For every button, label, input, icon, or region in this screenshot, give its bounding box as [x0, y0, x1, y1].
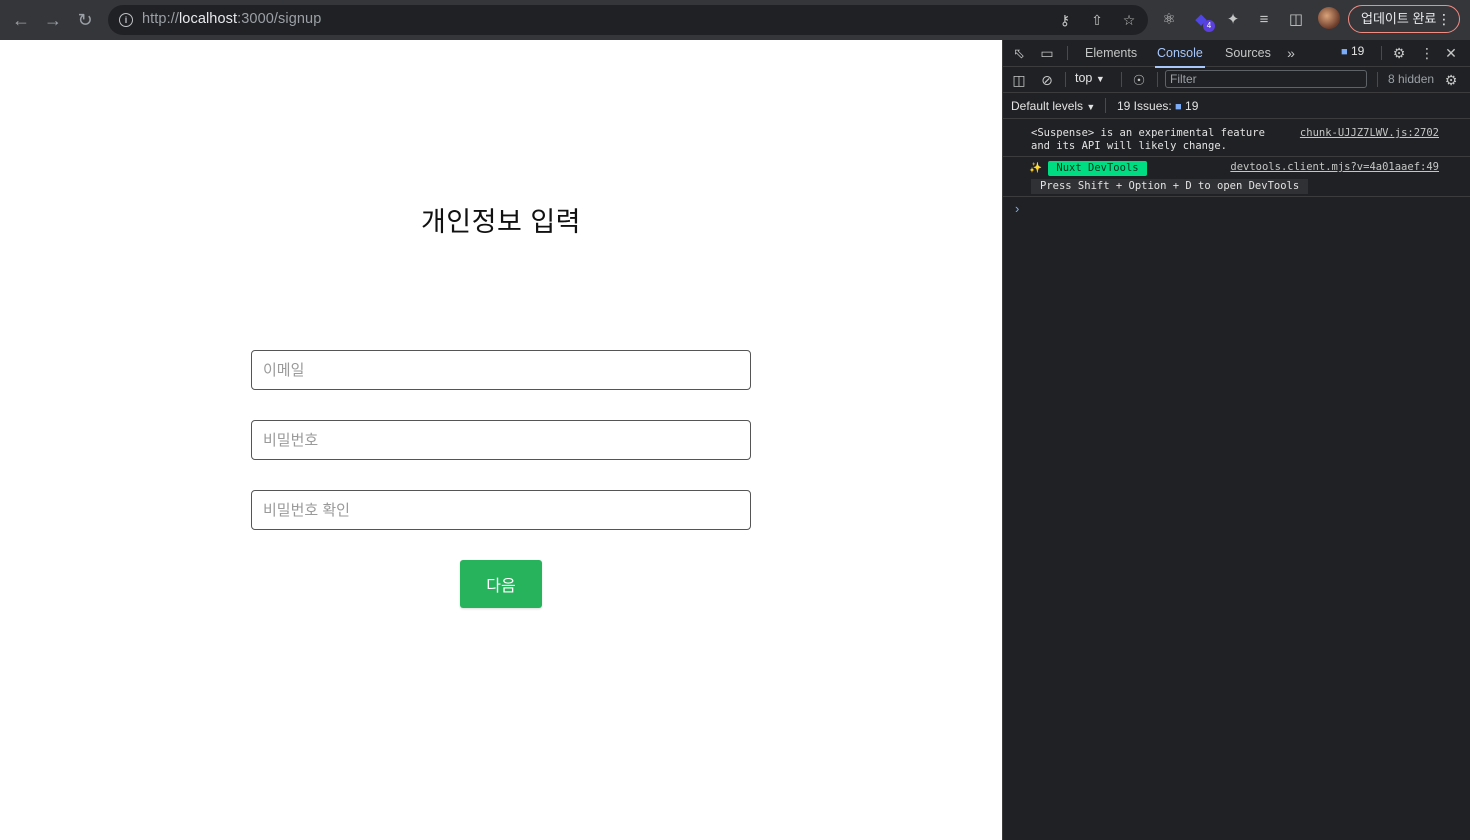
- divider: [1065, 72, 1066, 87]
- console-source-link[interactable]: devtools.client.mjs?v=4a01aaef:49: [1230, 161, 1439, 174]
- device-toolbar-icon[interactable]: ▭: [1037, 43, 1057, 63]
- context-select-value: top: [1075, 71, 1093, 85]
- issues-badge[interactable]: ■ 19: [1341, 44, 1364, 58]
- console-message-text: Press Shift + Option + D to open DevTool…: [1031, 179, 1309, 194]
- next-button[interactable]: 다음: [460, 560, 542, 608]
- share-icon[interactable]: ⇧: [1088, 11, 1106, 29]
- devtools-panel: ⬁ ▭ Elements Console Sources » ■ 19 ⚙ ⋮ …: [1002, 40, 1470, 840]
- divider: [1157, 72, 1158, 87]
- settings-gear-icon[interactable]: ⚙: [1389, 43, 1409, 63]
- extension-badge: 4: [1203, 20, 1215, 32]
- dropdown-caret-icon: ▼: [1086, 102, 1096, 112]
- divider: [1121, 72, 1122, 87]
- clear-console-icon[interactable]: ⊘: [1037, 70, 1057, 90]
- live-expression-eye-icon[interactable]: ☉: [1129, 70, 1149, 90]
- console-filter-input[interactable]: [1165, 70, 1367, 88]
- hidden-count: 8 hidden: [1388, 72, 1435, 86]
- tab-elements[interactable]: Elements: [1083, 40, 1139, 66]
- password-field[interactable]: [251, 420, 751, 460]
- divider: [1067, 46, 1068, 60]
- menu-dots-icon: ⋮: [1437, 11, 1451, 27]
- browser-toolbar: ← → ↻ i http://localhost:3000/signup ⚷ ⇧…: [0, 0, 1470, 40]
- console-message-text: <Suspense> is an experimental feature an…: [1031, 127, 1265, 152]
- url-scheme: http://: [142, 11, 179, 27]
- nuxt-devtools-badge: Nuxt DevTools: [1048, 161, 1147, 176]
- signup-page: 개인정보 입력 다음: [0, 40, 1002, 840]
- inspect-element-icon[interactable]: ⬁: [1009, 43, 1029, 63]
- dropdown-caret-icon: ▼: [1095, 74, 1105, 84]
- console-message: <Suspense> is an experimental feature an…: [1003, 127, 1470, 157]
- message-icon: ■: [1175, 101, 1182, 113]
- extensions-puzzle-icon[interactable]: ✦: [1222, 9, 1244, 31]
- console-source-link[interactable]: chunk-UJJZ7LWV.js:2702: [1300, 127, 1439, 140]
- divider: [1381, 46, 1382, 60]
- page-title: 개인정보 입력: [420, 207, 582, 237]
- url-host: localhost: [178, 11, 238, 27]
- devtools-tab-bar: ⬁ ▭ Elements Console Sources » ■ 19 ⚙ ⋮ …: [1003, 40, 1470, 68]
- console-prompt-chevron-icon[interactable]: ›: [1015, 201, 1019, 216]
- email-field[interactable]: [251, 350, 751, 390]
- update-button-label: 업데이트 완료: [1361, 11, 1437, 26]
- back-arrow-icon[interactable]: ←: [9, 8, 33, 32]
- issues-label: 19 Issues:: [1117, 99, 1172, 113]
- tab-sources[interactable]: Sources: [1223, 40, 1273, 66]
- issues-badge-count: 19: [1351, 44, 1365, 58]
- password-confirm-field[interactable]: [251, 490, 751, 530]
- context-select[interactable]: top ▼: [1075, 71, 1105, 85]
- bookmark-star-icon[interactable]: ☆: [1120, 11, 1138, 29]
- url-path: :3000/signup: [237, 11, 322, 27]
- divider: [1377, 72, 1378, 87]
- default-levels-dropdown[interactable]: Default levels ▼: [1011, 99, 1095, 113]
- react-devtools-icon[interactable]: ⚛: [1158, 9, 1180, 31]
- url-text[interactable]: http://localhost:3000/signup: [142, 11, 321, 27]
- profile-avatar[interactable]: [1318, 7, 1340, 29]
- close-icon[interactable]: ✕: [1441, 43, 1461, 63]
- default-levels-label: Default levels: [1011, 99, 1084, 113]
- console-levels-bar: Default levels ▼ 19 Issues: ■ 19: [1003, 93, 1470, 119]
- issues-link[interactable]: 19 Issues: ■ 19: [1117, 99, 1198, 113]
- key-icon[interactable]: ⚷: [1056, 11, 1074, 29]
- forward-arrow-icon[interactable]: →: [41, 8, 65, 32]
- reload-icon[interactable]: ↻: [73, 8, 97, 32]
- issues-count: 19: [1185, 99, 1199, 113]
- divider: [1105, 98, 1106, 113]
- message-icon: ■: [1341, 46, 1348, 58]
- reading-list-icon[interactable]: ≡: [1253, 9, 1275, 31]
- console-message-header: ✨ Nuxt DevTools: [1029, 161, 1147, 176]
- sparkle-icon: ✨: [1029, 162, 1043, 174]
- sidebar-toggle-icon[interactable]: ◫: [1009, 70, 1029, 90]
- console-message: ✨ Nuxt DevTools devtools.client.mjs?v=4a…: [1003, 161, 1470, 197]
- console-settings-gear-icon[interactable]: ⚙: [1441, 70, 1461, 90]
- site-info-icon[interactable]: i: [119, 13, 133, 27]
- more-tabs-chevron-icon[interactable]: »: [1281, 43, 1301, 63]
- console-toolbar: ◫ ⊘ top ▼ ☉ 8 hidden ⚙: [1003, 67, 1470, 93]
- tab-console[interactable]: Console: [1155, 40, 1205, 68]
- side-panel-icon[interactable]: ◫: [1285, 9, 1307, 31]
- menu-dots-icon[interactable]: ⋮: [1417, 43, 1437, 63]
- update-button[interactable]: 업데이트 완료 ⋮: [1348, 5, 1460, 33]
- address-bar[interactable]: i http://localhost:3000/signup ⚷ ⇧ ☆: [108, 5, 1148, 35]
